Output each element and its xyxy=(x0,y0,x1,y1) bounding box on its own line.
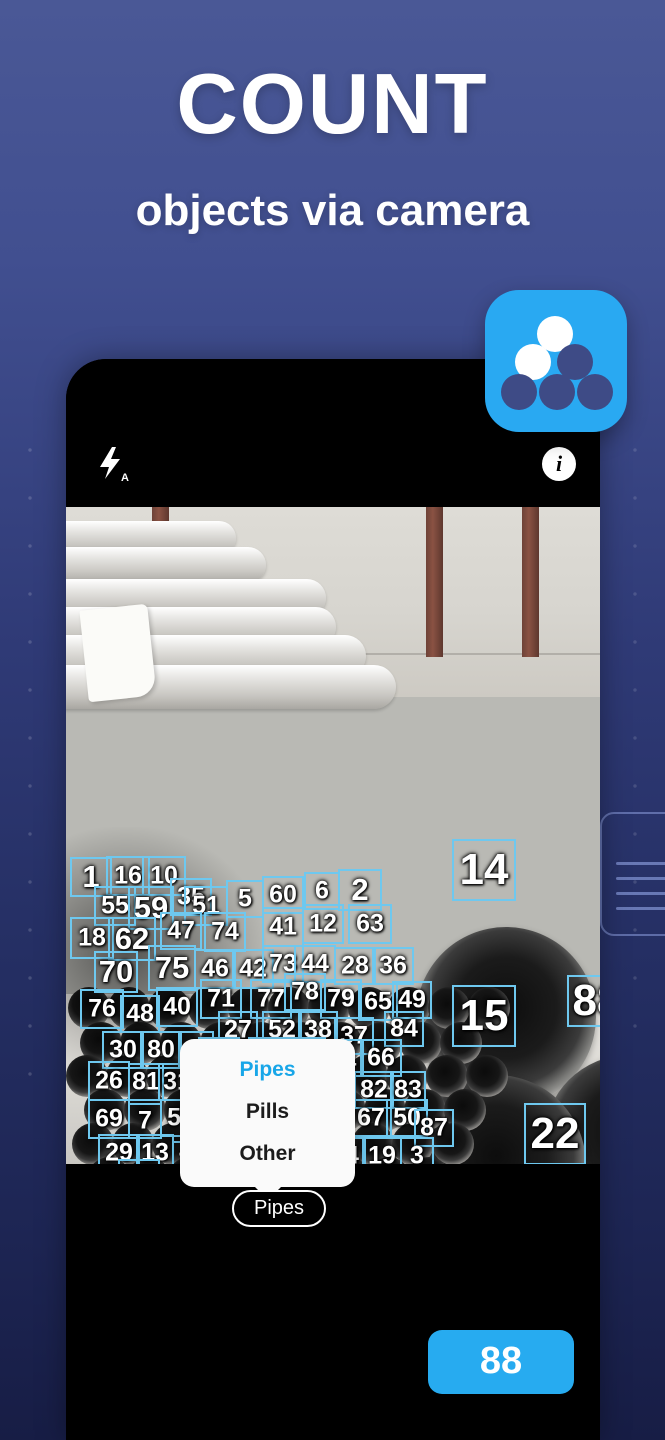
flash-auto-label: A xyxy=(121,472,129,483)
counting-app-icon xyxy=(485,290,627,432)
app-icon-dot-5 xyxy=(539,374,575,410)
detection-marker[interactable]: 41 xyxy=(262,907,304,947)
detection-marker-label: 12 xyxy=(309,909,337,938)
app-icon-dot-4 xyxy=(501,374,537,410)
detection-marker-label: 7 xyxy=(138,1106,152,1135)
detection-marker[interactable]: 40 xyxy=(156,987,198,1027)
detection-marker-label: 79 xyxy=(327,984,355,1013)
detection-marker-label: 40 xyxy=(163,992,191,1021)
detection-marker-label: 5 xyxy=(238,884,252,913)
detection-marker-label: 74 xyxy=(211,917,239,946)
detection-marker-label: 6 xyxy=(315,876,329,905)
detection-marker[interactable]: 74 xyxy=(204,912,246,952)
decorative-list-card-icon xyxy=(600,812,665,936)
phone-mockup: A i 1 16 10 55 59 35 51 5 60 6 2 18 62 4… xyxy=(66,359,600,1440)
detection-marker-label: 23 xyxy=(125,1164,153,1165)
detection-marker[interactable]: 12 xyxy=(302,904,344,944)
detection-marker[interactable]: 14 xyxy=(452,839,516,901)
detection-marker-label: 28 xyxy=(341,951,369,980)
detection-marker-label: 71 xyxy=(207,984,235,1013)
count-badge[interactable]: 88 xyxy=(428,1330,574,1394)
app-icon-dot-6 xyxy=(577,374,613,410)
detection-marker-label: 67 xyxy=(357,1103,385,1132)
detection-marker-label: 14 xyxy=(459,845,509,894)
detection-marker-label: 81 xyxy=(132,1067,160,1096)
detection-marker-label: 2 xyxy=(351,872,369,907)
page-title: COUNT xyxy=(176,57,489,152)
detection-marker[interactable]: 76 xyxy=(80,989,124,1029)
dropdown-option-other[interactable]: Other xyxy=(180,1133,355,1175)
detection-marker[interactable]: 48 xyxy=(120,995,160,1033)
detection-marker-label: 66 xyxy=(367,1043,395,1072)
detection-marker[interactable]: 69 xyxy=(88,1099,130,1139)
flash-auto-icon[interactable]: A xyxy=(94,445,130,484)
detection-marker[interactable]: 3 xyxy=(400,1137,434,1164)
detection-marker[interactable]: 70 xyxy=(94,951,138,993)
scene-paper-sheet xyxy=(79,603,157,703)
detection-marker-label: 60 xyxy=(269,880,297,909)
detection-marker[interactable]: 23 xyxy=(118,1159,160,1164)
detection-marker-label: 26 xyxy=(95,1066,123,1095)
detection-marker-label: 3 xyxy=(410,1141,424,1165)
detection-marker-label: 88 xyxy=(572,976,600,1025)
detection-marker-label: 48 xyxy=(126,999,154,1028)
detection-marker-label: 19 xyxy=(368,1141,396,1165)
detection-marker[interactable]: 36 xyxy=(372,947,414,985)
scene-post-2 xyxy=(426,507,443,657)
detection-marker[interactable]: 26 xyxy=(88,1061,130,1101)
dot-pattern-right xyxy=(605,420,665,1040)
detection-marker[interactable]: 75 xyxy=(148,945,196,991)
detection-marker-label: 22 xyxy=(530,1109,580,1158)
detection-marker-label: 69 xyxy=(95,1104,123,1133)
detection-marker-label: 80 xyxy=(147,1035,175,1064)
detection-marker-label: 36 xyxy=(379,951,407,980)
dropdown-option-pills[interactable]: Pills xyxy=(180,1091,355,1133)
detection-marker-label: 63 xyxy=(356,909,384,938)
object-type-dropdown[interactable]: Pipes Pills Other xyxy=(180,1039,355,1200)
scene-post-3 xyxy=(522,507,539,657)
detection-marker[interactable]: 63 xyxy=(348,904,392,944)
detection-marker-label: 47 xyxy=(167,916,195,945)
detection-marker-label: 76 xyxy=(88,994,116,1023)
detection-marker[interactable]: 15 xyxy=(452,985,516,1047)
detection-marker-label: 15 xyxy=(459,991,509,1040)
detection-marker-label: 77 xyxy=(257,984,285,1013)
detection-marker[interactable]: 22 xyxy=(524,1103,586,1164)
detection-marker-label: 70 xyxy=(98,954,134,989)
detection-marker[interactable]: 19 xyxy=(362,1137,402,1164)
detection-marker-label: 41 xyxy=(269,912,297,941)
detection-marker-label: 78 xyxy=(291,977,319,1006)
dropdown-option-pipes[interactable]: Pipes xyxy=(180,1039,355,1091)
info-icon[interactable]: i xyxy=(542,447,576,481)
detection-marker-label: 75 xyxy=(154,950,190,985)
detection-marker[interactable]: 88 xyxy=(567,975,600,1027)
page-subtitle: objects via camera xyxy=(135,186,530,235)
scene-long-pipe-2 xyxy=(66,547,266,583)
detection-marker-label: 18 xyxy=(78,923,106,952)
dot-pattern-left xyxy=(0,420,60,1120)
selected-type-chip[interactable]: Pipes xyxy=(232,1190,327,1227)
